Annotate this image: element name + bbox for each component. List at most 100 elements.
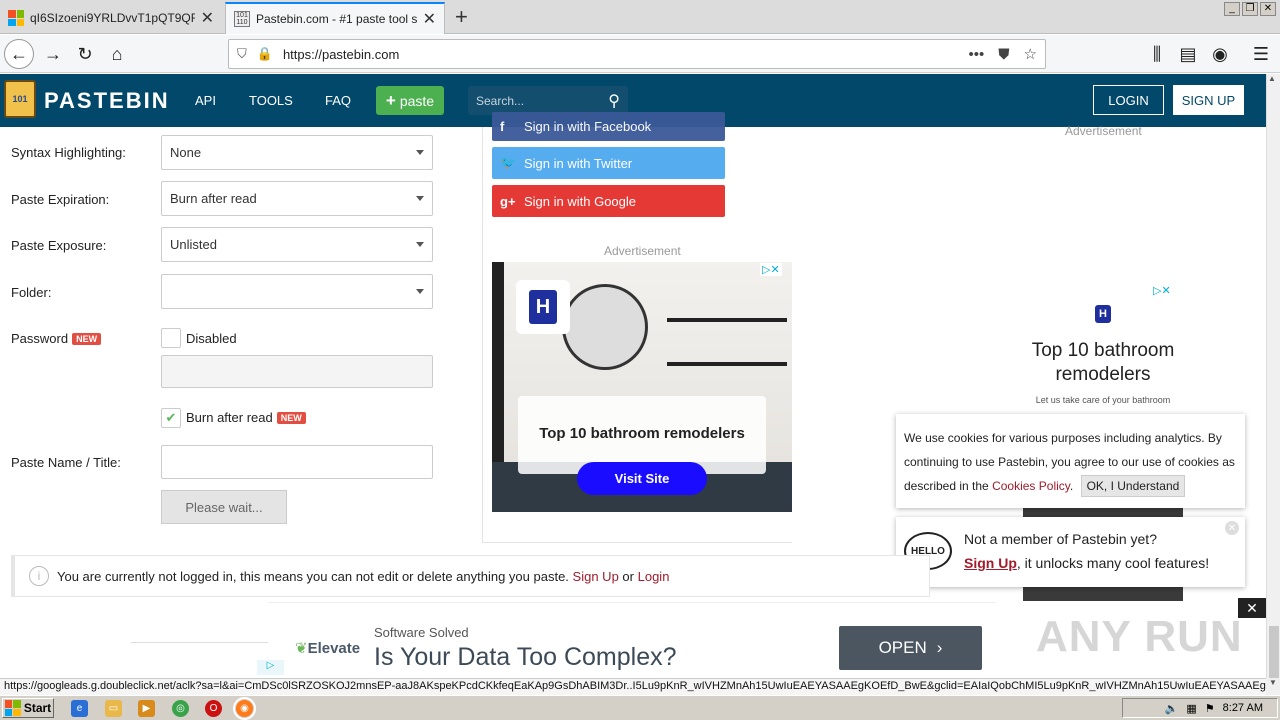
search-icon[interactable]: ⚲: [608, 91, 620, 111]
tab-title: Pastebin.com - #1 paste tool since: [256, 12, 417, 26]
pastebin-logo[interactable]: 101: [4, 80, 36, 118]
url-text[interactable]: https://pastebin.com: [283, 47, 955, 62]
search-input[interactable]: Search... ⚲: [468, 86, 628, 115]
paste-label: paste: [399, 92, 435, 109]
notice-login-link[interactable]: Login: [638, 569, 670, 584]
close-tab-icon[interactable]: ✕: [201, 8, 214, 28]
restore-icon[interactable]: ❐: [1242, 2, 1258, 16]
start-button[interactable]: Start: [2, 698, 54, 718]
advertisement-label: Advertisement: [604, 244, 681, 258]
sidebar-icon[interactable]: ▤: [1173, 39, 1203, 69]
twitter-icon: 🐦: [500, 155, 517, 170]
more-actions-icon[interactable]: •••: [969, 46, 985, 63]
nav-api[interactable]: API: [195, 93, 216, 108]
new-paste-button[interactable]: + paste: [376, 86, 444, 115]
password-input[interactable]: [161, 355, 433, 388]
notice-or: or: [622, 568, 634, 584]
chrome-icon[interactable]: ◎: [172, 700, 189, 717]
member-signup-link[interactable]: Sign Up: [964, 555, 1017, 571]
login-notice-text: You are currently not logged in, this me…: [57, 568, 569, 584]
visit-site-button[interactable]: Visit Site: [577, 462, 707, 495]
member-line-1: Not a member of Pastebin yet?: [964, 531, 1157, 547]
nav-tools[interactable]: TOOLS: [249, 93, 293, 108]
ie-icon[interactable]: e: [71, 700, 88, 717]
google-signin-button[interactable]: g+ Sign in with Google: [492, 185, 725, 217]
close-icon[interactable]: ✕: [1225, 521, 1239, 535]
syntax-label: Syntax Highlighting:: [11, 145, 126, 160]
browser-tab[interactable]: qI6SIzoeni9YRLDvvT1pQT9QFbhpl ✕: [0, 2, 222, 34]
clock[interactable]: 8:27 AM: [1223, 702, 1263, 714]
forward-arrow-icon[interactable]: →: [38, 39, 68, 69]
scroll-down-icon[interactable]: ▼: [1266, 678, 1280, 695]
chevron-down-icon: [416, 150, 424, 155]
notice-signup-link[interactable]: Sign Up: [573, 569, 619, 584]
media-player-icon[interactable]: ▶: [138, 700, 155, 717]
member-prompt: HELLO Not a member of Pastebin yet? Sign…: [896, 517, 1245, 587]
expiration-select[interactable]: Burn after read: [161, 181, 433, 216]
twitter-signin-button[interactable]: 🐦 Sign in with Twitter: [492, 147, 725, 179]
ad-separator: [131, 642, 268, 643]
flag-icon[interactable]: ⚑: [1205, 702, 1215, 715]
paste-name-input[interactable]: [161, 445, 433, 479]
nav-faq[interactable]: FAQ: [325, 93, 351, 108]
exposure-value: Unlisted: [170, 237, 217, 252]
signup-button[interactable]: SIGN UP: [1173, 85, 1244, 115]
scroll-up-icon[interactable]: ▲: [1268, 74, 1276, 83]
home-icon[interactable]: ⌂: [102, 39, 132, 69]
reload-icon[interactable]: ↻: [70, 39, 100, 69]
password-label: Password NEW: [11, 331, 102, 346]
bookmark-star-icon[interactable]: ☆: [1024, 45, 1037, 63]
close-tab-icon[interactable]: ✕: [423, 9, 436, 29]
ad-brand-logo: H: [516, 280, 570, 334]
info-icon: i: [29, 566, 49, 586]
brand-name[interactable]: PASTEBIN: [44, 88, 170, 114]
browser-tab-active[interactable]: 101110 Pastebin.com - #1 paste tool sinc…: [225, 2, 445, 34]
browser-nav-bar: ← → ↻ ⌂ ⛉ 🔒 https://pastebin.com ••• ⛊ ☆…: [0, 35, 1280, 73]
status-link: https://googleads.g.doubleclick.net/aclk…: [0, 678, 1266, 695]
facebook-label: Sign in with Facebook: [524, 119, 652, 134]
leaf-icon: ❦: [295, 640, 308, 657]
library-icon[interactable]: ⫼: [1142, 39, 1172, 69]
cookies-policy-link[interactable]: Cookies Policy: [992, 479, 1070, 493]
pocket-icon[interactable]: ⛊: [998, 46, 1009, 63]
submit-button[interactable]: Please wait...: [161, 490, 287, 524]
ad-side-headline[interactable]: Top 10 bathroom remodelers: [1023, 339, 1183, 387]
banner-headline[interactable]: Is Your Data Too Complex?: [374, 643, 677, 672]
cookie-period: .: [1069, 479, 1074, 493]
facebook-signin-button[interactable]: f Sign in with Facebook: [492, 112, 725, 141]
banner-open-button[interactable]: OPEN ›: [839, 626, 982, 670]
url-bar[interactable]: ⛉ 🔒 https://pastebin.com ••• ⛊ ☆: [228, 39, 1046, 69]
exposure-label: Paste Exposure:: [11, 238, 107, 253]
opera-icon[interactable]: O: [205, 700, 222, 717]
ad-banner-bottom[interactable]: ❦Elevate Software Solved Is Your Data To…: [268, 602, 996, 678]
burn-checkbox[interactable]: ✔: [161, 408, 181, 428]
login-button[interactable]: LOGIN: [1093, 85, 1164, 115]
exposure-select[interactable]: Unlisted: [161, 227, 433, 262]
syntax-select[interactable]: None: [161, 135, 433, 170]
anyrun-watermark: ANY RUN: [1036, 612, 1243, 661]
firefox-icon[interactable]: ◉: [233, 697, 256, 720]
shield-icon[interactable]: ⛉: [237, 46, 247, 62]
adchoices-icon[interactable]: ▷✕: [1151, 284, 1173, 297]
adchoices-icon[interactable]: ▷✕: [760, 263, 782, 276]
folder-icon[interactable]: ▭: [105, 700, 122, 717]
minimize-icon[interactable]: _: [1224, 2, 1240, 16]
adchoices-icon[interactable]: ▷: [257, 660, 284, 675]
network-icon[interactable]: ▦: [1186, 702, 1196, 715]
volume-icon[interactable]: 🔈: [1165, 702, 1179, 715]
vertical-scrollbar[interactable]: ▲: [1266, 74, 1280, 718]
browser-tab-bar: qI6SIzoeni9YRLDvvT1pQT9QFbhpl ✕ 101110 P…: [0, 0, 1280, 34]
folder-select[interactable]: [161, 274, 433, 309]
ad-side-headline-2: remodelers: [1055, 364, 1151, 385]
paste-name-label: Paste Name / Title:: [11, 455, 121, 470]
account-icon[interactable]: ◉: [1205, 39, 1235, 69]
cookie-ok-button[interactable]: OK, I Understand: [1080, 475, 1186, 497]
lock-icon[interactable]: 🔒: [257, 46, 273, 62]
new-tab-icon[interactable]: +: [455, 4, 468, 30]
password-checkbox[interactable]: [161, 328, 181, 348]
close-window-icon[interactable]: ✕: [1260, 2, 1276, 16]
menu-hamburger-icon[interactable]: ☰: [1246, 39, 1276, 69]
ad-bathroom-medium[interactable]: H Top 10 bathroom remodelers Visit Site: [492, 262, 792, 512]
ad-headline[interactable]: Top 10 bathroom remodelers: [518, 425, 766, 442]
back-arrow-icon[interactable]: ←: [4, 39, 34, 69]
